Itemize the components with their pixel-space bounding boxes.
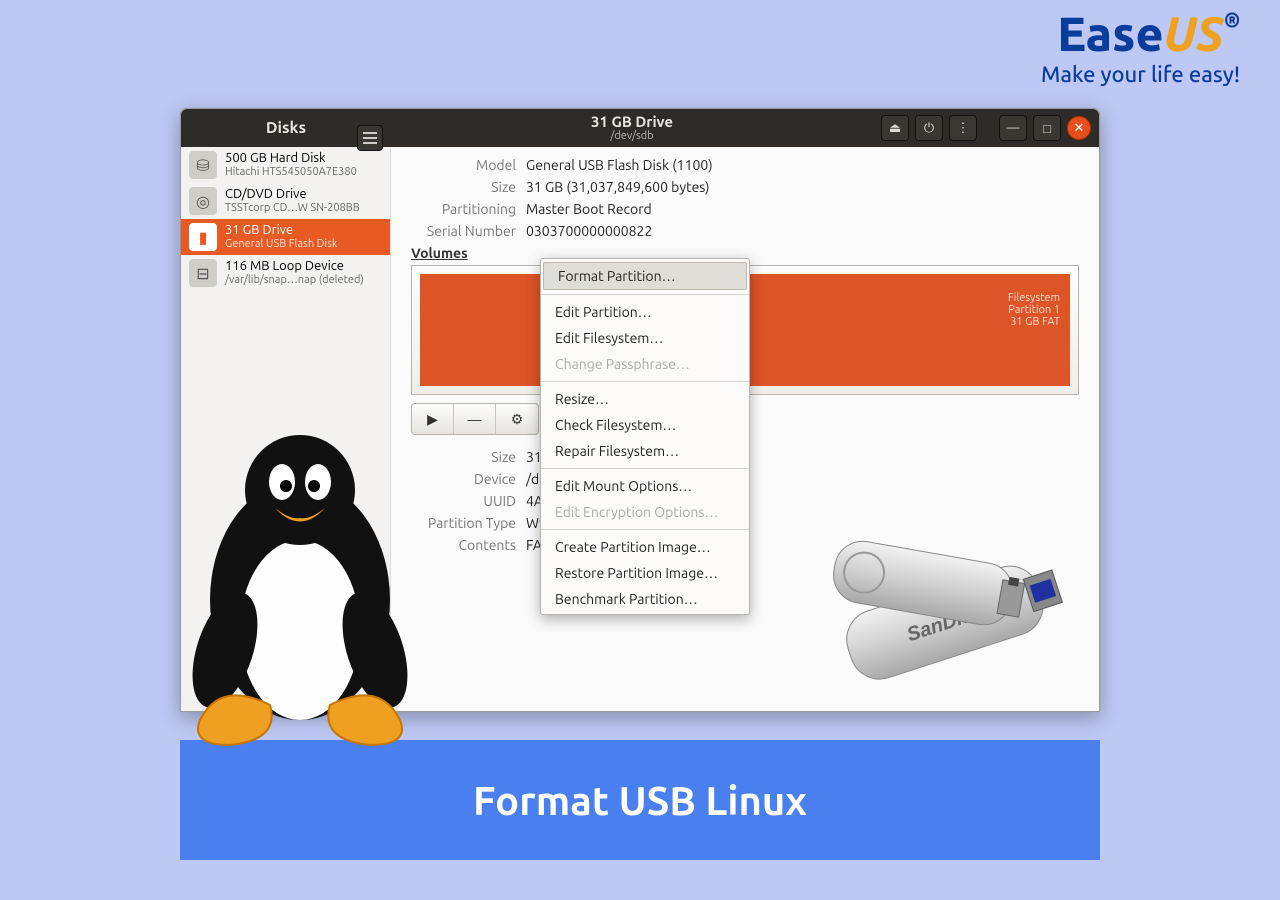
close-button[interactable]: ✕ bbox=[1067, 116, 1091, 140]
menu-change-passphrase: Change Passphrase… bbox=[541, 351, 749, 377]
menu-restore-partition-image[interactable]: Restore Partition Image… bbox=[541, 560, 749, 586]
app-title: Disks bbox=[266, 119, 306, 137]
menu-separator bbox=[541, 381, 749, 382]
menu-edit-partition[interactable]: Edit Partition… bbox=[541, 299, 749, 325]
more-icon: ⋮ bbox=[957, 121, 970, 136]
menu-separator bbox=[541, 529, 749, 530]
banner-text: Format USB Linux bbox=[473, 778, 807, 823]
banner: Format USB Linux bbox=[180, 740, 1100, 860]
eject-icon: ⏏ bbox=[889, 121, 901, 136]
label-size: Size bbox=[411, 179, 516, 195]
menu-resize[interactable]: Resize… bbox=[541, 386, 749, 412]
menu-repair-filesystem[interactable]: Repair Filesystem… bbox=[541, 438, 749, 464]
minimize-button[interactable]: — bbox=[999, 115, 1027, 141]
device-cd-dvd[interactable]: ◎ CD/DVD DriveTSSTcorp CD…W SN-208BB bbox=[181, 183, 390, 219]
menu-edit-mount-options[interactable]: Edit Mount Options… bbox=[541, 473, 749, 499]
device-usb-drive[interactable]: ▮ 31 GB DriveGeneral USB Flash Disk bbox=[181, 219, 390, 255]
menu-format-partition[interactable]: Format Partition… bbox=[543, 262, 747, 290]
drive-options-button[interactable]: ⋮ bbox=[949, 115, 977, 141]
value-partitioning: Master Boot Record bbox=[526, 201, 652, 217]
tux-penguin-icon bbox=[160, 420, 440, 750]
delete-partition-button[interactable]: — bbox=[454, 404, 496, 434]
logo-part1: Ease bbox=[1057, 7, 1163, 61]
device-name: 500 GB Hard Disk bbox=[225, 151, 357, 166]
minimize-icon: — bbox=[1007, 121, 1020, 135]
power-button[interactable]: ⏻ bbox=[915, 115, 943, 141]
value-model: General USB Flash Disk (1100) bbox=[526, 157, 713, 173]
device-name: 116 MB Loop Device bbox=[225, 259, 364, 274]
registered-icon: ® bbox=[1224, 8, 1240, 31]
power-icon: ⏻ bbox=[924, 121, 934, 136]
window-title: 31 GB Drive bbox=[391, 114, 873, 131]
window-subtitle: /dev/sdb bbox=[391, 130, 873, 142]
device-loop[interactable]: ⊟ 116 MB Loop Device/var/lib/snap…nap (d… bbox=[181, 255, 390, 291]
label-model: Model bbox=[411, 157, 516, 173]
device-name: 31 GB Drive bbox=[225, 223, 337, 238]
device-sub: /var/lib/snap…nap (deleted) bbox=[225, 274, 364, 287]
usb-drive-icon: SanDisk bbox=[790, 530, 1090, 750]
optical-disc-icon: ◎ bbox=[189, 187, 217, 215]
device-name: CD/DVD Drive bbox=[225, 187, 360, 202]
usb-icon: ▮ bbox=[189, 223, 217, 251]
logo-tagline: Make your life easy! bbox=[1041, 62, 1240, 87]
device-hard-disk[interactable]: ⛁ 500 GB Hard DiskHitachi HTS545050A7E38… bbox=[181, 147, 390, 183]
brand-logo: EaseUS® Make your life easy! bbox=[1041, 10, 1240, 87]
hamburger-menu-button[interactable] bbox=[357, 125, 383, 151]
minus-icon: — bbox=[468, 411, 482, 427]
logo-part2: US bbox=[1164, 7, 1225, 61]
device-sub: TSSTcorp CD…W SN-208BB bbox=[225, 202, 360, 215]
device-sub: General USB Flash Disk bbox=[225, 238, 337, 251]
maximize-button[interactable]: □ bbox=[1033, 115, 1061, 141]
hard-disk-icon: ⛁ bbox=[189, 151, 217, 179]
menu-benchmark-partition[interactable]: Benchmark Partition… bbox=[541, 586, 749, 612]
value-serial: 0303700000000822 bbox=[526, 223, 652, 239]
close-icon: ✕ bbox=[1074, 121, 1085, 136]
volume-settings-button[interactable]: ⚙ bbox=[496, 404, 538, 434]
menu-separator bbox=[541, 468, 749, 469]
gear-icon: ⚙ bbox=[511, 411, 524, 427]
menu-edit-filesystem[interactable]: Edit Filesystem… bbox=[541, 325, 749, 351]
device-sub: Hitachi HTS545050A7E380 bbox=[225, 166, 357, 179]
eject-button[interactable]: ⏏ bbox=[881, 115, 909, 141]
disk-image-icon: ⊟ bbox=[189, 259, 217, 287]
maximize-icon: □ bbox=[1043, 121, 1051, 136]
titlebar: Disks 31 GB Drive /dev/sdb ⏏ ⏻ ⋮ — □ ✕ bbox=[181, 109, 1099, 147]
menu-create-partition-image[interactable]: Create Partition Image… bbox=[541, 534, 749, 560]
menu-check-filesystem[interactable]: Check Filesystem… bbox=[541, 412, 749, 438]
label-serial: Serial Number bbox=[411, 223, 516, 239]
menu-edit-encryption-options: Edit Encryption Options… bbox=[541, 499, 749, 525]
label-partitioning: Partitioning bbox=[411, 201, 516, 217]
value-size: 31 GB (31,037,849,600 bytes) bbox=[526, 179, 710, 195]
partition-context-menu: Format Partition… Edit Partition… Edit F… bbox=[540, 258, 750, 615]
menu-separator bbox=[541, 294, 749, 295]
